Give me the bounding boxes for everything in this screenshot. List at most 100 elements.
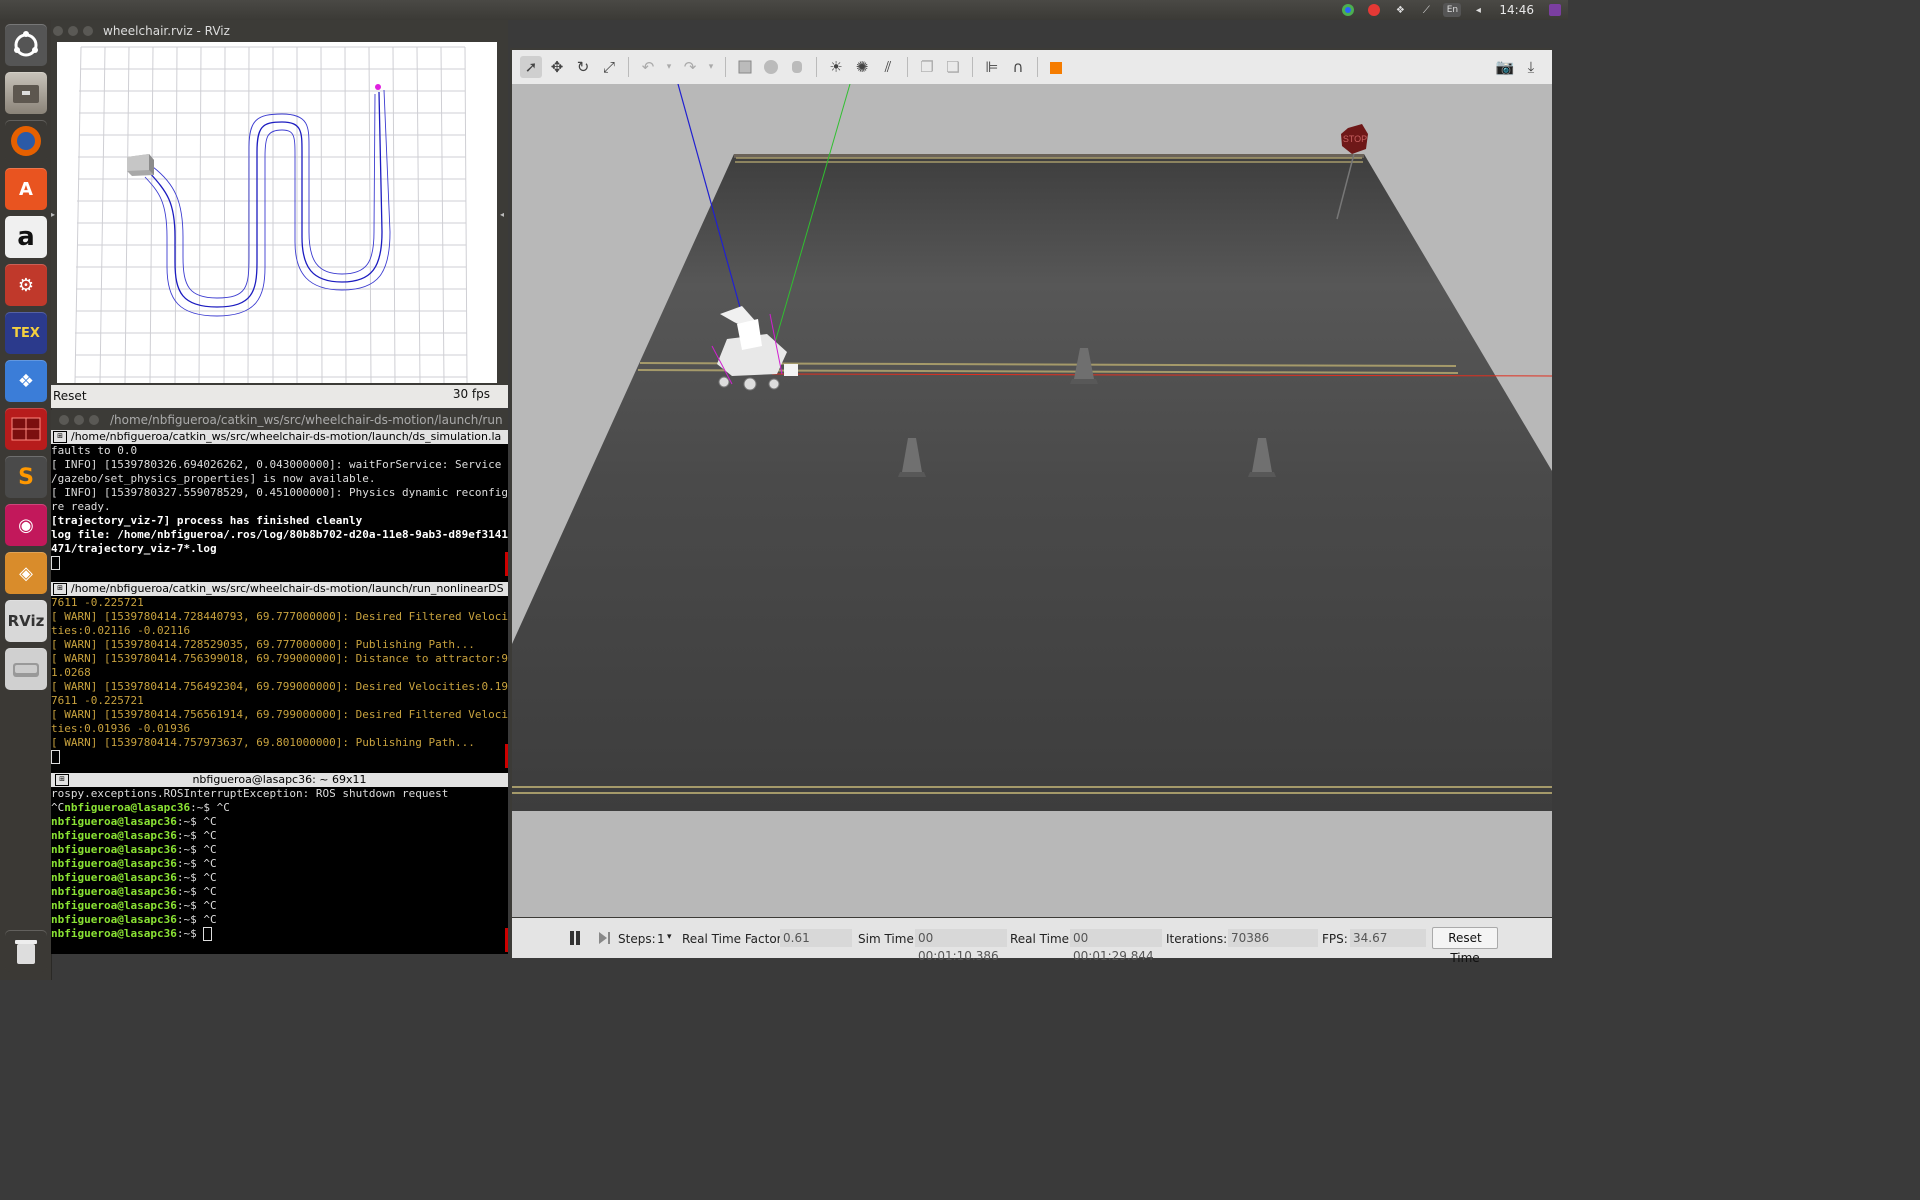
keyboard-icon[interactable]: En: [1443, 3, 1462, 17]
software-center-icon[interactable]: A: [5, 168, 47, 210]
box-shape-icon[interactable]: [734, 56, 756, 78]
maximize-icon[interactable]: [89, 415, 99, 425]
terminal-pane-shell[interactable]: ⊞ nbfigueroa@lasapc36: ~ 69x11 rospy.exce…: [51, 773, 508, 954]
terminal-line: ties:0.02116 -0.02116: [51, 624, 191, 637]
texmaker-icon[interactable]: TEX: [5, 312, 47, 354]
view-angle-icon[interactable]: [1046, 56, 1068, 78]
session-icon[interactable]: [1546, 3, 1564, 17]
network-icon[interactable]: ⟋: [1417, 3, 1435, 17]
terminal-line: [ WARN] [1539780414.728529035, 69.777000…: [51, 638, 475, 651]
terminal-line: faults to 0.0: [51, 444, 138, 457]
cylinder-shape-icon[interactable]: [786, 56, 808, 78]
terminal-line: ^Cnbfigueroa@lasapc36:~$ ^C: [51, 801, 230, 814]
rviz-3d-view[interactable]: [57, 42, 497, 384]
grid-icon[interactable]: ⊞: [53, 583, 67, 595]
collapse-right-icon[interactable]: ◂: [500, 210, 504, 219]
copy-icon[interactable]: ❐: [916, 56, 938, 78]
sublime-text-icon[interactable]: S: [5, 456, 47, 498]
snap-icon[interactable]: ∩: [1007, 56, 1029, 78]
files-icon[interactable]: [5, 72, 47, 114]
grid-icon[interactable]: ⊞: [55, 774, 69, 786]
pause-icon[interactable]: [568, 930, 582, 946]
terminal-line: nbfigueroa@lasapc36:~$ ^C: [51, 913, 217, 926]
minimize-icon[interactable]: [68, 26, 78, 36]
pane-header: ⊞ nbfigueroa@lasapc36: ~ 69x11: [51, 773, 508, 787]
redo-icon[interactable]: ↷: [679, 56, 701, 78]
reset-time-button[interactable]: Reset Time: [1432, 927, 1498, 965]
reset-button[interactable]: Reset: [53, 389, 87, 403]
attractor-marker: [375, 84, 381, 90]
system-settings-icon[interactable]: ⚙: [5, 264, 47, 306]
robotics-app-icon[interactable]: ◉: [5, 504, 47, 546]
terminal-line: nbfigueroa@lasapc36:~$ ^C: [51, 885, 217, 898]
terminal-pane-nonlinear-ds[interactable]: ⊞/home/nbfigueroa/catkin_ws/src/wheelcha…: [51, 582, 508, 770]
gazebo-window: ➚ ✥ ↻ ⤢ ↶ ▾ ↷ ▾ ☀ ✺ ⫽ ❐ ❏ ⊫ ∩ 📷 ⤓ STOP S…: [510, 48, 1552, 965]
terminal-line: nbfigueroa@lasapc36:~$ ^C: [51, 843, 217, 856]
top-panel: ❖ ⟋ En ◂ 14:46: [0, 0, 1568, 20]
trash-icon[interactable]: [5, 930, 47, 972]
dropbox-icon[interactable]: ❖: [5, 360, 47, 402]
svg-text:STOP: STOP: [1343, 134, 1367, 144]
blender-icon[interactable]: ◈: [5, 552, 47, 594]
terminal-line: 471/trajectory_viz-7*.log: [51, 542, 217, 555]
scroll-marker: [505, 928, 508, 952]
undo-dropdown-icon[interactable]: ▾: [663, 56, 675, 78]
paste-icon[interactable]: ❏: [942, 56, 964, 78]
rviz-title: wheelchair.rviz - RViz: [103, 24, 230, 38]
screenshot-icon[interactable]: 📷: [1494, 56, 1516, 78]
terminal-line: nbfigueroa@lasapc36:~$ ^C: [51, 815, 217, 828]
undo-icon[interactable]: ↶: [637, 56, 659, 78]
align-icon[interactable]: ⊫: [981, 56, 1003, 78]
gazebo-3d-scene[interactable]: STOP: [512, 84, 1552, 917]
rviz-icon[interactable]: RViz: [5, 600, 47, 642]
terminal-output: faults to 0.0[ INFO] [1539780326.6940262…: [51, 444, 508, 556]
collapse-left-icon[interactable]: ▸: [51, 210, 55, 219]
steps-spinbox[interactable]: 1: [657, 932, 665, 946]
terminator-titlebar[interactable]: /home/nbfigueroa/catkin_ws/src/wheelchai…: [51, 410, 508, 430]
record-log-icon[interactable]: ⤓: [1520, 56, 1542, 78]
sphere-shape-icon[interactable]: [760, 56, 782, 78]
terminal-line: nbfigueroa@lasapc36:~$ ^C: [51, 871, 217, 884]
terminal-line: [ WARN] [1539780414.756399018, 69.799000…: [51, 652, 508, 665]
terminal-line: nbfigueroa@lasapc36:~$ ^C: [51, 857, 217, 870]
directional-light-icon[interactable]: ⫽: [877, 56, 899, 78]
trajectory-paths: [144, 89, 391, 317]
terminal-line: nbfigueroa@lasapc36:~$: [51, 927, 508, 941]
clock[interactable]: 14:46: [1499, 3, 1534, 17]
rotate-mode-icon[interactable]: ↻: [572, 56, 594, 78]
terminal-line: /gazebo/set_physics_properties] is now a…: [51, 472, 376, 485]
grid-icon[interactable]: ⊞: [53, 431, 67, 443]
disk-icon[interactable]: [5, 648, 47, 690]
record-icon[interactable]: [1365, 3, 1383, 17]
redo-dropdown-icon[interactable]: ▾: [705, 56, 717, 78]
step-icon[interactable]: [598, 930, 612, 946]
minimize-icon[interactable]: [74, 415, 84, 425]
firefox-icon[interactable]: [5, 120, 47, 162]
translate-mode-icon[interactable]: ✥: [546, 56, 568, 78]
terminal-line: [ INFO] [1539780327.559078529, 0.4510000…: [51, 486, 508, 499]
terminator-icon[interactable]: [5, 408, 47, 450]
terminal-line: 1.0268: [51, 666, 91, 679]
spot-light-icon[interactable]: ✺: [851, 56, 873, 78]
terminal-pane-simulation[interactable]: ⊞/home/nbfigueroa/catkin_ws/src/wheelcha…: [51, 430, 508, 578]
terminal-line: [ INFO] [1539780326.694026262, 0.0430000…: [51, 458, 502, 471]
terminator-window: /home/nbfigueroa/catkin_ws/src/wheelchai…: [51, 410, 508, 954]
rviz-statusbar: Reset 30 fps: [51, 385, 508, 408]
close-icon[interactable]: [59, 415, 69, 425]
maximize-icon[interactable]: [83, 26, 93, 36]
steps-dropdown-icon[interactable]: ▾: [667, 932, 672, 942]
ubuntu-dash-icon[interactable]: [5, 24, 47, 66]
terminal-line: [ WARN] [1539780414.728440793, 69.777000…: [51, 610, 508, 623]
sim-time-field: 00 00:01:10.386: [915, 929, 1007, 963]
amazon-icon[interactable]: a: [5, 216, 47, 258]
point-light-icon[interactable]: ☀: [825, 56, 847, 78]
volume-icon[interactable]: ◂: [1469, 3, 1487, 17]
robot-box: [127, 154, 154, 176]
dropbox-icon[interactable]: ❖: [1391, 3, 1409, 17]
rviz-titlebar[interactable]: wheelchair.rviz - RViz: [51, 20, 508, 42]
close-icon[interactable]: [53, 26, 63, 36]
chrome-icon[interactable]: [1339, 3, 1357, 17]
scale-mode-icon[interactable]: ⤢: [598, 56, 620, 78]
terminal-line: re ready.: [51, 500, 111, 513]
select-mode-icon[interactable]: ➚: [520, 56, 542, 78]
